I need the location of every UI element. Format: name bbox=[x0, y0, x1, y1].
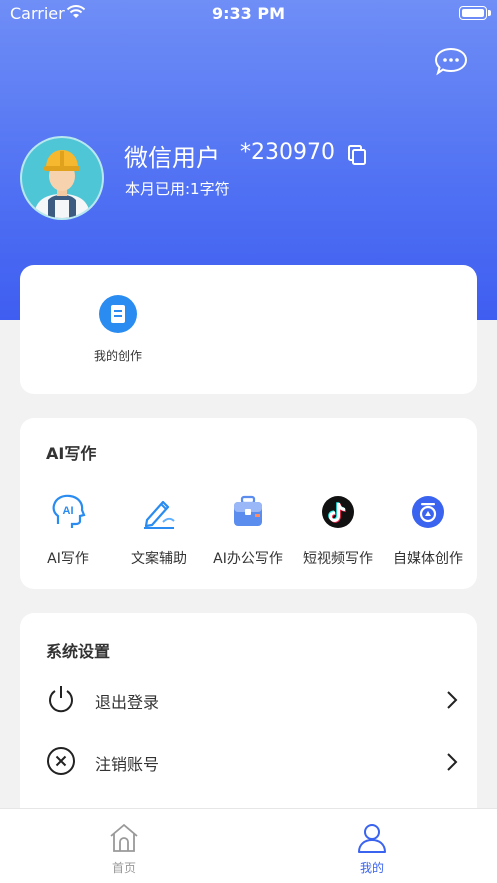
my-creations-button[interactable]: 我的创作 bbox=[68, 295, 168, 364]
tool-label: 短视频写作 bbox=[303, 551, 373, 567]
clock: 9:33 PM bbox=[211, 4, 285, 23]
user-id: *230970 bbox=[240, 140, 335, 165]
ai-head-icon: AI bbox=[52, 494, 86, 528]
monthly-usage: 本月已用:1字符 bbox=[125, 180, 230, 198]
tab-mine[interactable]: 我的 bbox=[312, 809, 432, 883]
chevron-right-icon bbox=[447, 753, 458, 771]
tab-home[interactable]: 首页 bbox=[64, 809, 184, 883]
tool-short-video[interactable]: 短视频写作 bbox=[293, 494, 383, 568]
tool-label: 自媒体创作 bbox=[393, 551, 463, 567]
document-icon bbox=[99, 295, 137, 333]
tiktok-icon bbox=[322, 496, 354, 528]
media-icon bbox=[412, 496, 444, 528]
tool-office-writing[interactable]: AI办公写作 bbox=[203, 494, 293, 568]
tool-copywriting[interactable]: 文案辅助 bbox=[114, 494, 204, 568]
worker-avatar-icon bbox=[34, 150, 90, 218]
logout-label: 退出登录 bbox=[95, 693, 160, 712]
svg-text:AI: AI bbox=[63, 505, 74, 517]
tab-home-label: 首页 bbox=[111, 861, 136, 875]
message-icon[interactable] bbox=[434, 46, 468, 76]
person-icon bbox=[358, 824, 386, 853]
tool-label: AI办公写作 bbox=[213, 551, 283, 567]
quick-actions-card: 我的创作 bbox=[20, 265, 477, 394]
tab-bar: 首页 我的 bbox=[0, 808, 497, 883]
tab-mine-label: 我的 bbox=[359, 861, 384, 875]
ai-writing-title: AI写作 bbox=[46, 444, 97, 463]
home-icon bbox=[110, 823, 138, 852]
ai-writing-card: AI写作 AI AI写作 文案辅助 AI办公写作 短视频写作 自媒体创作 bbox=[20, 418, 477, 589]
settings-title: 系统设置 bbox=[46, 642, 111, 661]
delete-account-row[interactable]: 注销账号 bbox=[20, 737, 477, 787]
battery-icon bbox=[459, 6, 491, 20]
tool-label: AI写作 bbox=[47, 551, 89, 567]
tool-self-media[interactable]: 自媒体创作 bbox=[383, 494, 473, 568]
power-icon bbox=[49, 686, 73, 713]
close-circle-icon bbox=[47, 747, 75, 775]
my-creations-label: 我的创作 bbox=[93, 349, 142, 363]
logout-row[interactable]: 退出登录 bbox=[20, 675, 477, 725]
user-name: 微信用户 bbox=[124, 144, 220, 172]
delete-account-label: 注销账号 bbox=[95, 755, 160, 774]
chevron-right-icon bbox=[447, 691, 458, 709]
status-bar: Carrier 9:33 PM bbox=[0, 0, 497, 30]
briefcase-icon bbox=[234, 495, 262, 526]
avatar[interactable] bbox=[20, 136, 104, 220]
tool-ai-writing[interactable]: AI AI写作 bbox=[23, 494, 113, 568]
ai-writing-tools: AI AI写作 文案辅助 AI办公写作 短视频写作 自媒体创作 bbox=[20, 494, 477, 574]
settings-card: 系统设置 退出登录 注销账号 bbox=[20, 613, 477, 823]
tool-label: 文案辅助 bbox=[131, 551, 187, 567]
copy-icon[interactable] bbox=[346, 144, 368, 166]
pen-icon bbox=[144, 500, 175, 529]
